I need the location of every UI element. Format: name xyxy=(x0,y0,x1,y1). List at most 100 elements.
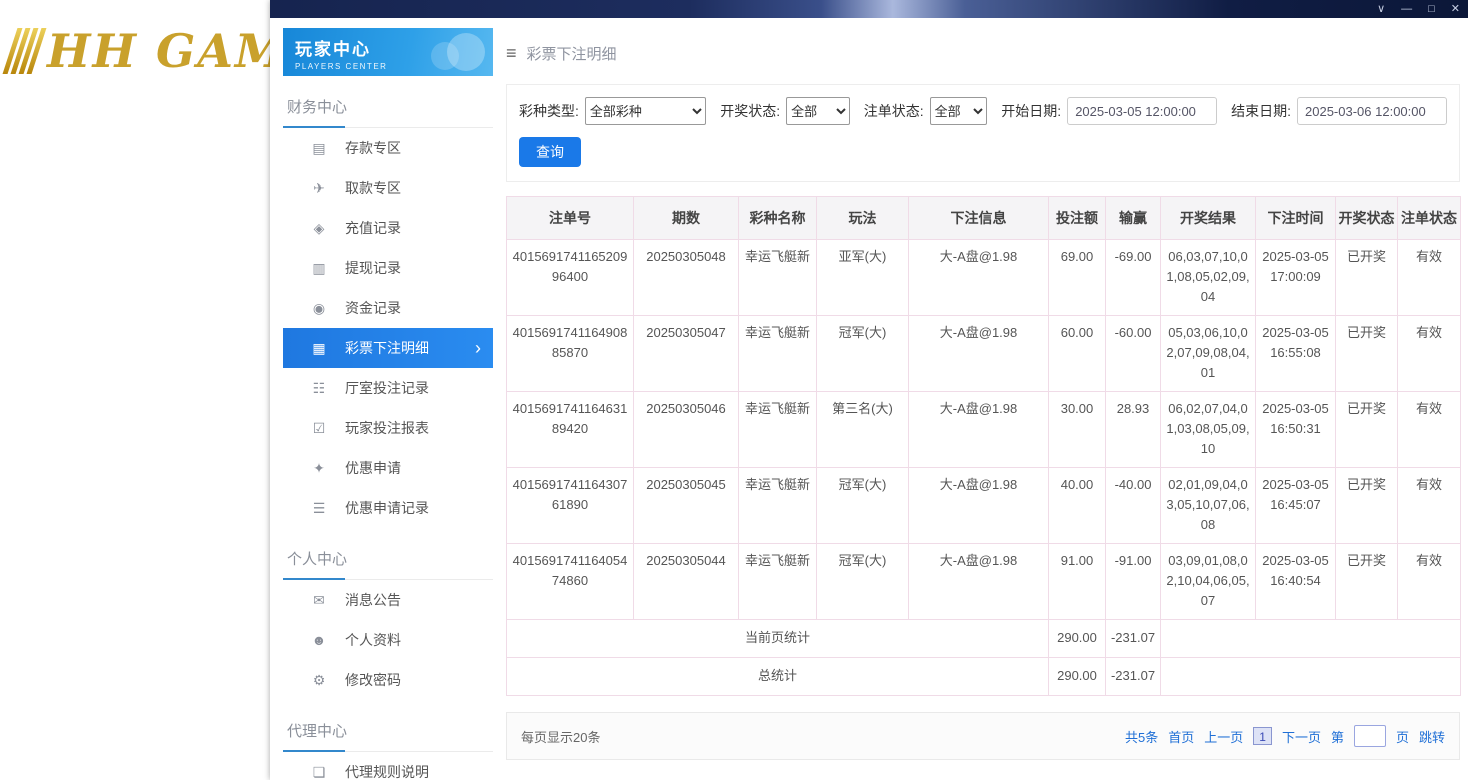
promo-apply-icon: ✦ xyxy=(311,460,327,477)
bet-status-select[interactable]: 全部 xyxy=(930,97,988,125)
col-header-lottery-name: 彩种名称 xyxy=(739,197,817,240)
sidebar-item-promo-apply[interactable]: ✦优惠申请 xyxy=(283,448,493,488)
sidebar-item-player-report[interactable]: ☑ 玩家投注报表 xyxy=(283,408,493,448)
jump-button[interactable]: 跳转 xyxy=(1419,727,1445,746)
cell-period: 20250305048 xyxy=(634,240,739,316)
cell-play-type: 冠军(大) xyxy=(817,316,909,392)
next-page-link[interactable]: 下一页 xyxy=(1282,727,1321,746)
cell-draw-status: 已开奖 xyxy=(1336,544,1398,620)
summary-label: 总统计 xyxy=(507,658,1049,696)
start-date-label: 开始日期: xyxy=(1001,101,1061,121)
cell-bet-amount: 69.00 xyxy=(1049,240,1106,316)
cell-bet-info: 大-A盘@1.98 xyxy=(909,544,1049,620)
summary-bet-amount: 290.00 xyxy=(1049,620,1106,658)
cell-bet-time: 2025-03-05 16:45:07 xyxy=(1256,468,1336,544)
sidebar-item-user[interactable]: ☻个人资料 xyxy=(283,620,493,660)
gear-icon: ⚙ xyxy=(311,672,327,689)
sidebar-item-gear[interactable]: ⚙ 修改密码 xyxy=(283,660,493,700)
col-header-bet-time: 下注时间 xyxy=(1256,197,1336,240)
cell-bet-info: 大-A盘@1.98 xyxy=(909,240,1049,316)
deposit-icon: ▤ xyxy=(311,140,327,157)
sidebar-item-promo-record[interactable]: ☰优惠申请记录 xyxy=(283,488,493,528)
sidebar-item-withdraw[interactable]: ✈取款专区 xyxy=(283,168,493,208)
sidebar-item-hall-bets[interactable]: ☷厅室投注记录 xyxy=(283,368,493,408)
cell-lottery-name: 幸运飞艇新 xyxy=(739,392,817,468)
cell-order-id: 401569174116520996400 xyxy=(507,240,634,316)
query-button[interactable]: 查询 xyxy=(519,137,581,167)
cell-draw-status: 已开奖 xyxy=(1336,240,1398,316)
sidebar-item-funds-record[interactable]: ◉资金记录 xyxy=(283,288,493,328)
cell-win-loss: -40.00 xyxy=(1106,468,1161,544)
table-row: 40156917411640547486020250305044幸运飞艇新冠军(… xyxy=(507,544,1461,620)
sidebar-item-label: 充值记录 xyxy=(345,218,401,238)
cell-bet-time: 2025-03-05 16:50:31 xyxy=(1256,392,1336,468)
col-header-period: 期数 xyxy=(634,197,739,240)
end-date-label: 结束日期: xyxy=(1231,101,1291,121)
sidebar-item-cashout-record[interactable]: ▥提现记录 xyxy=(283,248,493,288)
cell-bet-amount: 60.00 xyxy=(1049,316,1106,392)
cell-lottery-name: 幸运飞艇新 xyxy=(739,468,817,544)
cell-bet-status: 有效 xyxy=(1398,240,1461,316)
summary-win-loss: -231.07 xyxy=(1106,620,1161,658)
current-page[interactable]: 1 xyxy=(1253,727,1272,745)
cell-bet-info: 大-A盘@1.98 xyxy=(909,316,1049,392)
sidebar-menu: 财务中心▤存款专区✈取款专区◈充值记录▥提现记录◉资金记录▦彩票下注明细›☷厅室… xyxy=(283,90,493,780)
bell-icon: ✉ xyxy=(311,592,327,609)
table-body: 40156917411652099640020250305048幸运飞艇新亚军(… xyxy=(507,240,1461,696)
page-title: 彩票下注明细 xyxy=(527,43,617,64)
logo-stripes-icon xyxy=(3,28,47,74)
cell-lottery-name: 幸运飞艇新 xyxy=(739,240,817,316)
maximize-button[interactable]: □ xyxy=(1428,4,1435,15)
sidebar-item-deposit[interactable]: ▤存款专区 xyxy=(283,128,493,168)
cell-bet-status: 有效 xyxy=(1398,544,1461,620)
summary-win-loss: -231.07 xyxy=(1106,658,1161,696)
cell-bet-info: 大-A盘@1.98 xyxy=(909,392,1049,468)
titlebar: ∨ — □ ✕ xyxy=(270,0,1468,18)
sidebar-item-label: 玩家投注报表 xyxy=(345,418,429,438)
promo-record-icon: ☰ xyxy=(311,500,327,517)
col-header-draw-status: 开奖状态 xyxy=(1336,197,1398,240)
chevron-down-button[interactable]: ∨ xyxy=(1377,4,1385,15)
summary-label: 当前页统计 xyxy=(507,620,1049,658)
sidebar-item-label: 修改密码 xyxy=(345,670,401,690)
first-page-link[interactable]: 首页 xyxy=(1168,727,1194,746)
lottery-bets-icon: ▦ xyxy=(311,340,327,357)
sidebar: 玩家中心 PLAYERS CENTER 财务中心▤存款专区✈取款专区◈充值记录▥… xyxy=(283,28,493,780)
bets-table: 注单号期数彩种名称玩法下注信息投注额输赢开奖结果下注时间开奖状态注单状态 401… xyxy=(506,196,1461,696)
close-button[interactable]: ✕ xyxy=(1451,4,1460,15)
sidebar-item-lottery-bets[interactable]: ▦彩票下注明细› xyxy=(283,328,493,368)
summary-bet-amount: 290.00 xyxy=(1049,658,1106,696)
titlebar-controls: ∨ — □ ✕ xyxy=(1377,4,1460,15)
cell-bet-info: 大-A盘@1.98 xyxy=(909,468,1049,544)
col-header-bet-info: 下注信息 xyxy=(909,197,1049,240)
pagination-bar: 每页显示20条 共5条 首页 上一页 1 下一页 第 页 跳转 xyxy=(506,712,1460,760)
cell-bet-amount: 40.00 xyxy=(1049,468,1106,544)
app-window: ∨—□✕ 玩家中心 PLAYERS CENTER 财务中心▤存款专区✈取款专区◈… xyxy=(270,0,1468,780)
lottery-type-select[interactable]: 全部彩种 xyxy=(585,97,706,125)
minimize-button[interactable]: — xyxy=(1401,4,1412,15)
cell-win-loss: -60.00 xyxy=(1106,316,1161,392)
summary-row: 当前页统计290.00-231.07 xyxy=(507,620,1461,658)
start-date-input[interactable] xyxy=(1067,97,1217,125)
page-size-text: 每页显示20条 xyxy=(521,727,600,746)
sidebar-item-document[interactable]: ❏代理规则说明 xyxy=(283,752,493,780)
cell-draw-status: 已开奖 xyxy=(1336,468,1398,544)
end-date-input[interactable] xyxy=(1297,97,1447,125)
cell-bet-amount: 30.00 xyxy=(1049,392,1106,468)
prev-page-link[interactable]: 上一页 xyxy=(1204,727,1243,746)
jump-prefix-label: 第 xyxy=(1331,727,1344,746)
table-row: 40156917411652099640020250305048幸运飞艇新亚军(… xyxy=(507,240,1461,316)
page-jump-input[interactable] xyxy=(1354,725,1386,747)
cell-win-loss: 28.93 xyxy=(1106,392,1161,468)
hamburger-icon[interactable]: ≡ xyxy=(506,43,517,64)
player-report-icon: ☑ xyxy=(311,420,327,437)
cell-draw-result: 03,09,01,08,02,10,04,06,05,07 xyxy=(1161,544,1256,620)
cell-order-id: 401569174116463189420 xyxy=(507,392,634,468)
cell-period: 20250305044 xyxy=(634,544,739,620)
cell-lottery-name: 幸运飞艇新 xyxy=(739,316,817,392)
sidebar-item-label: 取款专区 xyxy=(345,178,401,198)
sidebar-header: 玩家中心 PLAYERS CENTER xyxy=(283,28,493,76)
sidebar-item-bell[interactable]: ✉消息公告 xyxy=(283,580,493,620)
sidebar-item-recharge-record[interactable]: ◈充值记录 xyxy=(283,208,493,248)
draw-status-select[interactable]: 全部 xyxy=(786,97,850,125)
